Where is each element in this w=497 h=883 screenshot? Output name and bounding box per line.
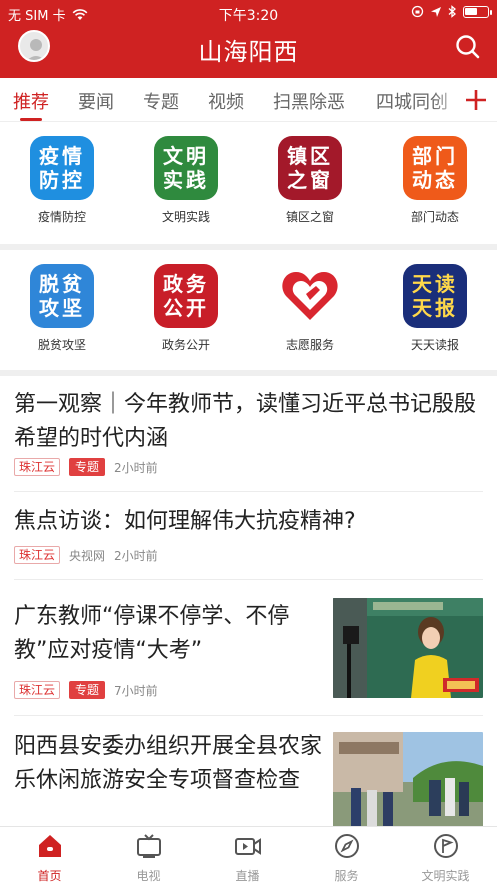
icon-text: 文明实践 — [163, 144, 209, 192]
shortcut-town-window[interactable]: 镇区之窗 镇区之窗 — [260, 136, 360, 225]
tab-anti-crime[interactable]: 扫黑除恶 — [273, 88, 345, 114]
nav-label: 文明实践 — [421, 869, 470, 883]
shortcut-grid-row-1: 疫情防控 疫情防控 文明实践 文明实践 镇区之窗 镇区之窗 部门动态 部门动态 — [0, 122, 497, 244]
news-thumbnail — [333, 732, 483, 832]
shortcut-label: 镇区之窗 — [285, 210, 334, 224]
government-affairs-icon: 政务公开 — [154, 264, 218, 328]
app-header: 无 SIM 卡 下午3:20 山海阳西 — [0, 0, 497, 78]
news-thumbnail — [333, 598, 483, 698]
bluetooth-icon — [448, 5, 456, 18]
nav-live[interactable]: 直播 — [198, 832, 297, 883]
tab-topics[interactable]: 专题 — [143, 88, 179, 114]
shortcut-department-news[interactable]: 部门动态 部门动态 — [385, 136, 485, 225]
tab-news[interactable]: 要闻 — [78, 88, 114, 114]
news-item[interactable]: 焦点访谈：如何理解伟大抗疫精神? 珠江云 央视网 2小时前 — [0, 492, 497, 580]
nav-label: 首页 — [37, 869, 62, 883]
topic-badge: 专题 — [69, 458, 106, 476]
news-item[interactable]: 广东教师“停课不停学、不停教”应对疫情“大考” 珠江云 专题 7小时前 — [0, 580, 497, 716]
add-channel-button[interactable] — [455, 78, 497, 121]
plus-icon — [466, 90, 486, 110]
news-time: 7小时前 — [114, 683, 158, 698]
nav-label: 服务 — [334, 869, 359, 883]
town-window-icon: 镇区之窗 — [278, 136, 342, 200]
battery-icon — [463, 5, 492, 18]
news-meta: 珠江云 专题 7小时前 — [14, 681, 158, 699]
topic-badge: 专题 — [69, 681, 106, 699]
icon-text: 镇区之窗 — [287, 144, 333, 192]
channel-tabs: 推荐 要闻 专题 视频 扫黑除恶 四城同创 — [0, 78, 497, 122]
shortcut-daily-newspaper[interactable]: 天读天报 天天读报 — [385, 264, 485, 353]
search-icon[interactable] — [453, 32, 483, 62]
civilization-practice-icon: 文明实践 — [154, 136, 218, 200]
active-tab-indicator — [20, 118, 42, 121]
shortcut-label: 疫情防控 — [37, 210, 86, 224]
icon-text: 脱贫攻坚 — [39, 272, 85, 320]
news-item[interactable]: 阳西县安委办组织开展全县农家乐休闲旅游安全专项督查检查 — [0, 716, 497, 832]
news-title: 第一观察｜今年教师节，读懂习近平总书记殷殷希望的时代内涵 — [14, 392, 477, 451]
status-bar: 无 SIM 卡 下午3:20 — [0, 0, 497, 26]
shortcut-volunteer-service[interactable]: 志愿服务 — [260, 264, 360, 353]
news-time: 2小时前 — [114, 460, 158, 475]
department-news-icon: 部门动态 — [403, 136, 467, 200]
app-title: 山海阳西 — [198, 38, 299, 66]
nav-tv[interactable]: 电视 — [99, 832, 198, 883]
source-tag: 珠江云 — [14, 546, 61, 564]
bottom-navigation: 首页 电视 直播 服务 文明实践 — [0, 826, 497, 883]
shortcut-grid-row-2: 脱贫攻坚 脱贫攻坚 政务公开 政务公开 志愿服务 天读天报 天天读报 — [0, 250, 497, 372]
shortcut-epidemic-control[interactable]: 疫情防控 疫情防控 — [12, 136, 112, 225]
shortcut-label: 脱贫攻坚 — [37, 338, 86, 352]
news-title: 焦点访谈：如何理解伟大抗疫精神? — [14, 509, 356, 534]
shortcut-poverty-alleviation[interactable]: 脱贫攻坚 脱贫攻坚 — [12, 264, 112, 353]
poverty-alleviation-icon: 脱贫攻坚 — [30, 264, 94, 328]
lock-rotation-icon — [411, 5, 424, 18]
shortcut-label: 部门动态 — [410, 210, 459, 224]
source-tag: 珠江云 — [14, 681, 61, 699]
source-tag: 珠江云 — [14, 458, 61, 476]
icon-text: 部门动态 — [412, 144, 458, 192]
tab-video[interactable]: 视频 — [208, 88, 244, 114]
location-icon — [431, 6, 441, 17]
home-icon — [38, 835, 61, 857]
news-title: 广东教师“停课不停学、不停教”应对疫情“大考” — [14, 604, 290, 663]
news-time: 2小时前 — [114, 548, 158, 563]
shortcut-government-affairs[interactable]: 政务公开 政务公开 — [136, 264, 236, 353]
nav-label: 直播 — [235, 869, 260, 883]
news-title: 阳西县安委办组织开展全县农家乐休闲旅游安全专项督查检查 — [14, 734, 323, 793]
news-meta: 珠江云 专题 2小时前 — [14, 458, 158, 476]
news-publisher: 央视网 — [69, 548, 106, 563]
daily-newspaper-icon: 天读天报 — [403, 264, 467, 328]
icon-text: 天读天报 — [412, 272, 458, 320]
nav-services[interactable]: 服务 — [297, 832, 396, 883]
shortcut-civilization-practice[interactable]: 文明实践 文明实践 — [136, 136, 236, 225]
nav-civilization-practice[interactable]: 文明实践 — [396, 832, 495, 883]
epidemic-control-icon: 疫情防控 — [30, 136, 94, 200]
heart-hand-icon — [278, 264, 342, 328]
shortcut-label: 文明实践 — [161, 210, 210, 224]
news-item[interactable]: 第一观察｜今年教师节，读懂习近平总书记殷殷希望的时代内涵 珠江云 专题 2小时前 — [0, 376, 497, 492]
tv-icon — [136, 834, 161, 858]
tab-recommend[interactable]: 推荐 — [13, 88, 49, 114]
live-icon — [234, 838, 261, 855]
shortcut-label: 天天读报 — [410, 338, 459, 352]
shortcut-label: 政务公开 — [161, 338, 210, 352]
nav-label: 电视 — [136, 869, 161, 883]
compass-icon — [334, 834, 359, 858]
news-meta: 珠江云 央视网 2小时前 — [14, 546, 158, 564]
shortcut-label: 志愿服务 — [285, 338, 334, 352]
nav-home[interactable]: 首页 — [0, 832, 99, 883]
icon-text: 政务公开 — [163, 272, 209, 320]
flag-icon — [433, 834, 458, 858]
icon-text: 疫情防控 — [39, 144, 85, 192]
